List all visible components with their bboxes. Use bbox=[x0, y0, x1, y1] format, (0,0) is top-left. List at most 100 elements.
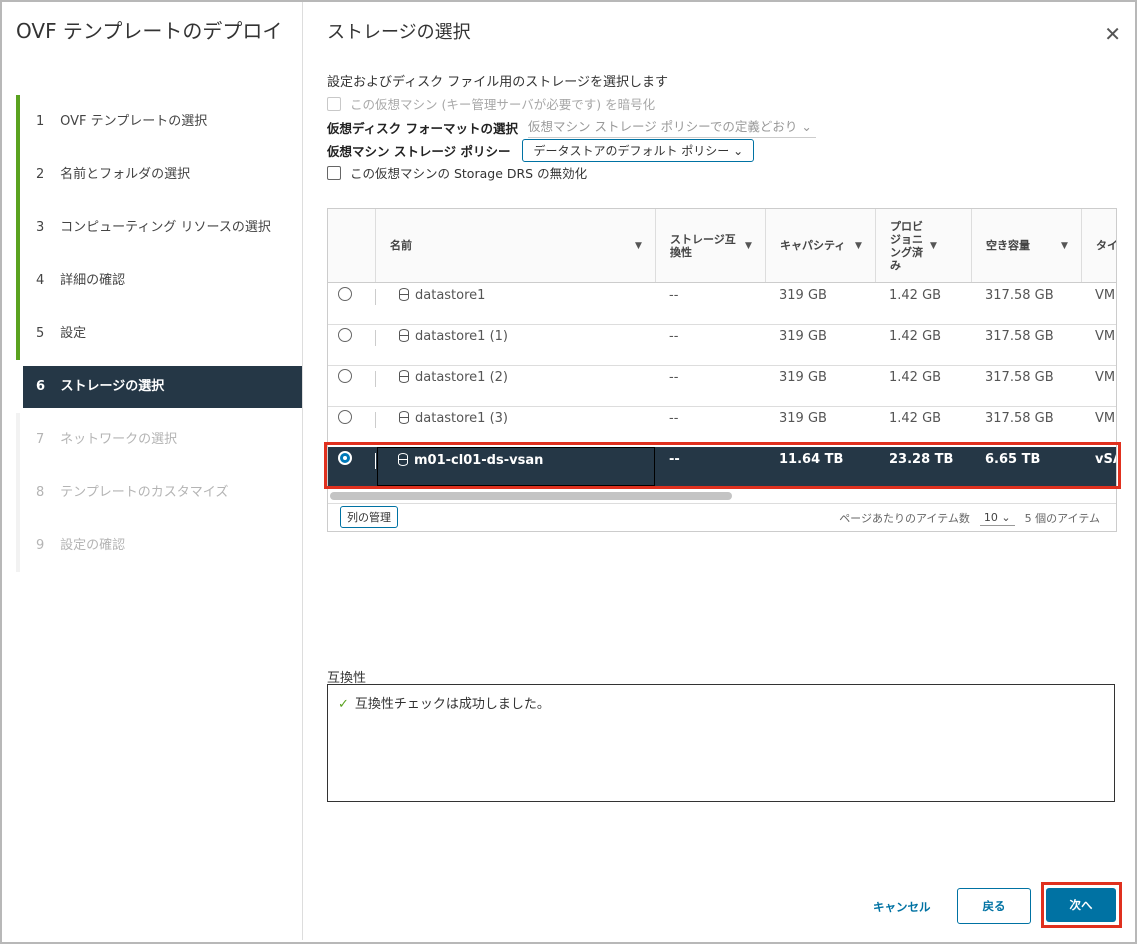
manage-columns-button[interactable]: 列の管理 bbox=[340, 506, 398, 528]
step-2[interactable]: 2 名前とフォルダの選択 bbox=[16, 148, 302, 201]
cell-name: datastore1 bbox=[385, 283, 655, 324]
chevron-down-icon: ⌄ bbox=[801, 119, 812, 134]
step-9: 9 設定の確認 bbox=[16, 519, 302, 572]
close-icon[interactable]: ✕ bbox=[1104, 22, 1121, 46]
col-name[interactable]: 名前 ▼ bbox=[375, 209, 655, 282]
item-count: 5 個のアイテム bbox=[1024, 512, 1100, 525]
filter-icon[interactable]: ▼ bbox=[855, 241, 875, 251]
table-row[interactable]: datastore1 (1) -- 319 GB 1.42 GB 317.58 … bbox=[328, 324, 1116, 366]
main-panel: ストレージの選択 ✕ 設定およびディスク ファイル用のストレージを選択します こ… bbox=[303, 2, 1135, 942]
row-radio[interactable] bbox=[338, 369, 352, 383]
filter-icon[interactable]: ▼ bbox=[635, 241, 655, 251]
datastore-icon bbox=[398, 453, 408, 466]
table-row[interactable]: datastore1 -- 319 GB 1.42 GB 317.58 GB V… bbox=[328, 283, 1116, 325]
divider bbox=[375, 412, 376, 428]
sdrs-label: この仮想マシンの Storage DRS の無効化 bbox=[350, 166, 588, 181]
wizard-title: OVF テンプレートのデプロイ bbox=[16, 19, 283, 43]
cell-free: 317.58 GB bbox=[985, 411, 1054, 426]
filter-icon[interactable]: ▼ bbox=[1061, 241, 1081, 251]
grid-footer: 列の管理 ページあたりのアイテム数 10 ⌄ 5 個のアイテム bbox=[328, 503, 1116, 531]
step-3[interactable]: 3 コンピューティング リソースの選択 bbox=[16, 201, 302, 254]
cell-free: 317.58 GB bbox=[985, 370, 1054, 385]
step-5[interactable]: 5 設定 bbox=[16, 307, 302, 360]
row-radio[interactable] bbox=[338, 328, 352, 342]
cell-provisioned: 1.42 GB bbox=[889, 288, 942, 303]
disk-format-row: 仮想ディスク フォーマットの選択 仮想マシン ストレージ ポリシーでの定義どおり… bbox=[327, 116, 816, 138]
filter-icon[interactable]: ▼ bbox=[745, 241, 765, 251]
cell-type: VM bbox=[1095, 370, 1116, 385]
cell-provisioned: 1.42 GB bbox=[889, 329, 942, 344]
cell-provisioned: 1.42 GB bbox=[889, 370, 942, 385]
pagination: ページあたりのアイテム数 10 ⌄ 5 個のアイテム bbox=[839, 510, 1100, 526]
cell-name: datastore1 (1) bbox=[385, 324, 655, 365]
datastore-grid: 名前 ▼ ストレージ互換性 ▼ キャパシティ ▼ プロビジョニング済み ▼ 空き容量 ▼ … bbox=[327, 208, 1117, 532]
col-capacity[interactable]: キャパシティ ▼ bbox=[765, 209, 875, 282]
row-radio[interactable] bbox=[338, 410, 352, 424]
items-per-page-label: ページあたりのアイテム数 bbox=[839, 512, 970, 525]
step-6-active[interactable]: 6 ストレージの選択 bbox=[23, 366, 302, 408]
datastore-icon bbox=[399, 411, 409, 424]
compatibility-panel: ✓ 互換性チェックは成功しました。 bbox=[327, 684, 1115, 802]
step-8: 8 テンプレートのカスタマイズ bbox=[16, 466, 302, 519]
cell-compat: -- bbox=[669, 452, 680, 467]
chevron-down-icon: ⌄ bbox=[1001, 510, 1011, 524]
cell-type: VM bbox=[1095, 288, 1116, 303]
cell-compat: -- bbox=[669, 370, 679, 385]
items-per-page-select[interactable]: 10 ⌄ bbox=[979, 510, 1015, 526]
compatibility-message: 互換性チェックは成功しました。 bbox=[354, 697, 550, 712]
divider bbox=[375, 330, 376, 346]
row-radio-selected[interactable] bbox=[338, 451, 352, 465]
grid-header: 名前 ▼ ストレージ互換性 ▼ キャパシティ ▼ プロビジョニング済み ▼ 空き容量 ▼ … bbox=[328, 209, 1116, 283]
col-type[interactable]: タイ bbox=[1081, 209, 1116, 282]
col-provisioned[interactable]: プロビジョニング済み ▼ bbox=[875, 209, 971, 282]
cell-name: datastore1 (3) bbox=[385, 406, 655, 447]
next-button[interactable]: 次へ bbox=[1046, 888, 1116, 922]
datastore-icon bbox=[399, 288, 409, 301]
step-4[interactable]: 4 詳細の確認 bbox=[16, 254, 302, 307]
table-row[interactable]: datastore1 (2) -- 319 GB 1.42 GB 317.58 … bbox=[328, 365, 1116, 407]
step-1[interactable]: 1 OVF テンプレートの選択 bbox=[16, 95, 302, 148]
cell-compat: -- bbox=[669, 288, 679, 303]
datastore-icon bbox=[399, 370, 409, 383]
table-row-selected[interactable]: m01-cl01-ds-vsan -- 11.64 TB 23.28 TB 6.… bbox=[328, 447, 1116, 489]
policy-select[interactable]: データストアのデフォルト ポリシー ⌄ bbox=[522, 139, 755, 162]
policy-row: 仮想マシン ストレージ ポリシー データストアのデフォルト ポリシー ⌄ bbox=[327, 139, 755, 162]
divider bbox=[375, 371, 376, 387]
cell-compat: -- bbox=[669, 411, 679, 426]
check-icon: ✓ bbox=[338, 697, 349, 712]
filter-icon[interactable]: ▼ bbox=[930, 241, 950, 251]
encrypt-checkbox[interactable] bbox=[327, 96, 341, 111]
row-radio[interactable] bbox=[338, 287, 352, 301]
horizontal-scrollbar[interactable] bbox=[330, 492, 732, 500]
cell-provisioned: 1.42 GB bbox=[889, 411, 942, 426]
col-free[interactable]: 空き容量 ▼ bbox=[971, 209, 1081, 282]
back-button[interactable]: 戻る bbox=[957, 888, 1031, 924]
disk-format-label: 仮想ディスク フォーマットの選択 bbox=[327, 120, 518, 136]
sdrs-checkbox[interactable] bbox=[327, 165, 341, 180]
cell-free: 317.58 GB bbox=[985, 288, 1054, 303]
disk-format-select[interactable]: 仮想マシン ストレージ ポリシーでの定義どおり ⌄ bbox=[527, 116, 816, 138]
cell-type: vSA bbox=[1095, 452, 1116, 467]
cell-capacity: 319 GB bbox=[779, 329, 827, 344]
cancel-button[interactable]: キャンセル bbox=[873, 899, 931, 915]
policy-label: 仮想マシン ストレージ ポリシー bbox=[327, 144, 511, 159]
sdrs-option: この仮想マシンの Storage DRS の無効化 bbox=[327, 163, 587, 182]
cell-free: 6.65 TB bbox=[985, 452, 1041, 467]
encrypt-label: この仮想マシン (キー管理サーバが必要です) を暗号化 bbox=[350, 97, 656, 112]
cell-capacity: 319 GB bbox=[779, 370, 827, 385]
cell-name: m01-cl01-ds-vsan bbox=[377, 447, 655, 486]
table-row[interactable]: datastore1 (3) -- 319 GB 1.42 GB 317.58 … bbox=[328, 406, 1116, 448]
wizard-steps: 1 OVF テンプレートの選択 2 名前とフォルダの選択 3 コンピューティング… bbox=[16, 95, 302, 572]
step-7: 7 ネットワークの選択 bbox=[16, 413, 302, 466]
cell-name: datastore1 (2) bbox=[385, 365, 655, 406]
datastore-icon bbox=[399, 329, 409, 342]
cell-provisioned: 23.28 TB bbox=[889, 452, 954, 467]
divider bbox=[375, 289, 376, 305]
cell-type: VM bbox=[1095, 329, 1116, 344]
page-title: ストレージの選択 bbox=[327, 22, 471, 43]
chevron-down-icon: ⌄ bbox=[733, 144, 744, 158]
cell-capacity: 319 GB bbox=[779, 288, 827, 303]
cell-free: 317.58 GB bbox=[985, 329, 1054, 344]
col-compat[interactable]: ストレージ互換性 ▼ bbox=[655, 209, 765, 282]
wizard-sidebar: OVF テンプレートのデプロイ 1 OVF テンプレートの選択 2 名前とフォル… bbox=[2, 2, 303, 940]
